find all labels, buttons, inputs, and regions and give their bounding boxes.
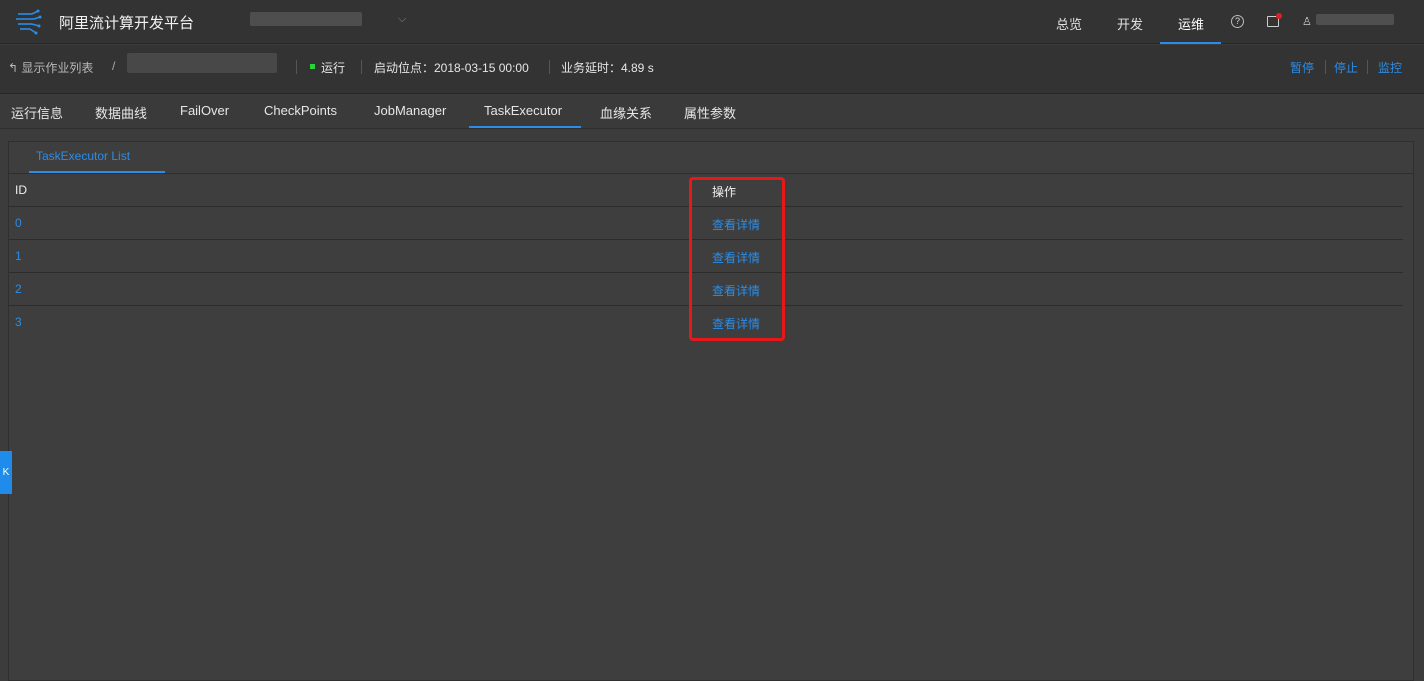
platform-logo-icon <box>16 9 42 35</box>
highlight-box <box>689 177 785 341</box>
nav-active-indicator <box>1160 42 1221 44</box>
tab-checkpoints[interactable]: CheckPoints <box>264 103 337 118</box>
tab-failover[interactable]: FailOver <box>180 103 229 118</box>
project-selector[interactable] <box>250 12 362 26</box>
job-name <box>127 53 277 73</box>
nav-overview[interactable]: 总览 <box>1056 14 1082 33</box>
tab-lineage[interactable]: 血缘关系 <box>600 103 652 122</box>
job-info-bar: ↰ 显示作业列表 / 运行 启动位点：2018-03-15 00:00 业务延时… <box>0 45 1424 94</box>
table-row-id[interactable]: 3 <box>15 315 22 329</box>
status-indicator-dot <box>310 64 315 69</box>
nav-develop[interactable]: 开发 <box>1117 14 1143 33</box>
job-detail-tabs: 运行信息 数据曲线 FailOver CheckPoints JobManage… <box>0 95 1424 129</box>
back-to-job-list-link[interactable]: ↰ 显示作业列表 <box>8 59 93 76</box>
tab-jobmanager[interactable]: JobManager <box>374 103 446 118</box>
user-icon[interactable]: ♙ <box>1302 15 1312 28</box>
chevron-down-icon[interactable]: ⌵ <box>398 13 406 26</box>
divider <box>1367 60 1368 74</box>
sidebar-toggle[interactable]: K <box>0 451 12 494</box>
nav-ops[interactable]: 运维 <box>1178 14 1204 33</box>
divider <box>296 60 297 74</box>
subtab-taskexecutor-list[interactable]: TaskExecutor List <box>36 149 130 163</box>
notification-badge <box>1276 13 1282 19</box>
divider <box>361 60 362 74</box>
question-circle-icon[interactable]: ? <box>1231 15 1244 28</box>
tab-active-indicator <box>469 126 581 128</box>
monitor-button[interactable]: 监控 <box>1378 59 1402 76</box>
column-header-id: ID <box>15 183 27 197</box>
start-position: 启动位点：2018-03-15 00:00 <box>374 61 529 75</box>
pause-button[interactable]: 暂停 <box>1290 59 1314 76</box>
divider <box>1325 60 1326 74</box>
subtab-divider <box>9 173 1413 174</box>
table-row-id[interactable]: 0 <box>15 216 22 230</box>
table-row-id[interactable]: 1 <box>15 249 22 263</box>
divider <box>549 60 550 74</box>
tab-taskexecutor[interactable]: TaskExecutor <box>484 103 562 118</box>
stop-button[interactable]: 停止 <box>1334 59 1358 76</box>
app-title: 阿里流计算开发平台 <box>59 15 195 32</box>
job-status: 运行 <box>321 61 346 75</box>
breadcrumb-separator: / <box>112 59 116 73</box>
table-row-id[interactable]: 2 <box>15 282 22 296</box>
top-navigation-bar: 阿里流计算开发平台 ⌵ 总览 开发 运维 ? ♙ <box>0 0 1424 44</box>
tab-run-info[interactable]: 运行信息 <box>11 103 63 122</box>
tab-data-curve[interactable]: 数据曲线 <box>95 103 147 122</box>
tab-properties[interactable]: 属性参数 <box>684 103 736 122</box>
business-delay: 业务延时：4.89 s <box>561 61 654 75</box>
user-name[interactable] <box>1316 14 1394 25</box>
